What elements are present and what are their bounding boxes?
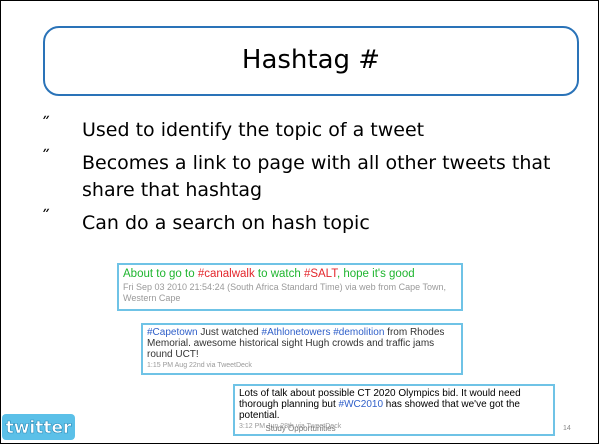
title-box: Hashtag #	[43, 26, 579, 96]
hashtag-link[interactable]: #WC2010	[339, 399, 383, 410]
hashtag-link[interactable]: #demolition	[333, 327, 384, 338]
bullet-list: ˝ Used to identify the topic of a tweet …	[41, 114, 581, 243]
tweet-text: About to go to	[123, 268, 198, 280]
footer-text: Study Opportunities	[265, 424, 336, 433]
tweet-message: About to go to #canalwalk to watch #SALT…	[123, 267, 457, 281]
bullet-mark: ˝	[41, 207, 50, 228]
slide: Hashtag # ˝ Used to identify the topic o…	[0, 0, 599, 444]
tweet-message: Lots of talk about possible CT 2020 Olym…	[239, 388, 549, 421]
tweet-message: #Capetown Just watched #Athlonetowers #d…	[147, 327, 457, 360]
tweet-text: , hope it's good	[336, 268, 415, 280]
tweet-text: Just watched	[197, 327, 262, 338]
bullet-item: ˝ Can do a search on hash topic	[41, 207, 581, 237]
tweet-card: About to go to #canalwalk to watch #SALT…	[117, 263, 463, 311]
tweet-meta: 1:15 PM Aug 22nd via TweetDeck	[147, 362, 252, 369]
bullet-item: ˝ Used to identify the topic of a tweet	[41, 114, 581, 144]
slide-title: Hashtag #	[241, 45, 381, 75]
hashtag-link[interactable]: #Capetown	[147, 327, 198, 338]
bullet-mark: ˝	[41, 114, 50, 135]
tweet-meta: Fri Sep 03 2010 21:54:24 (South Africa S…	[123, 282, 447, 303]
bullet-text: Becomes a link to page with all other tw…	[82, 152, 551, 201]
bullet-mark: ˝	[41, 147, 50, 168]
bullet-item: ˝ Becomes a link to page with all other …	[41, 147, 581, 204]
hashtag-link[interactable]: #SALT	[304, 268, 337, 280]
page-number: 14	[563, 425, 571, 432]
bullet-text: Used to identify the topic of a tweet	[82, 119, 425, 141]
tweet-card: #Capetown Just watched #Athlonetowers #d…	[141, 323, 463, 375]
tweet-text: to watch	[254, 268, 304, 280]
hashtag-link[interactable]: #Athlonetowers	[262, 327, 331, 338]
hashtag-link[interactable]: #canalwalk	[198, 268, 255, 280]
bullet-text: Can do a search on hash topic	[82, 212, 370, 234]
